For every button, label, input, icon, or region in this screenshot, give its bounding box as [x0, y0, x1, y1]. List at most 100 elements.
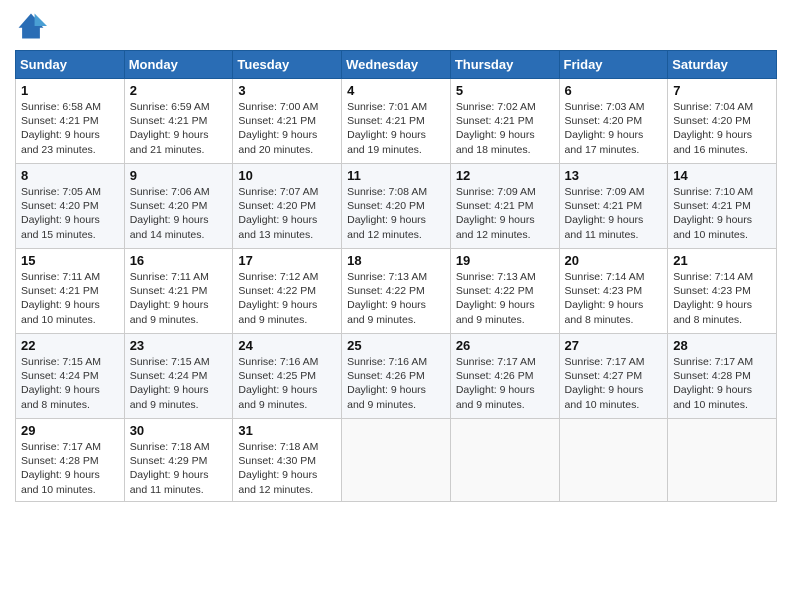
day-number: 29: [21, 423, 119, 438]
calendar-day-cell: 14 Sunrise: 7:10 AMSunset: 4:21 PMDaylig…: [668, 164, 777, 249]
day-number: 12: [456, 168, 554, 183]
day-info: Sunrise: 7:17 AMSunset: 4:27 PMDaylight:…: [565, 356, 645, 411]
day-number: 20: [565, 253, 663, 268]
calendar-week-row: 8 Sunrise: 7:05 AMSunset: 4:20 PMDayligh…: [16, 164, 777, 249]
day-info: Sunrise: 7:11 AMSunset: 4:21 PMDaylight:…: [130, 271, 209, 326]
day-number: 30: [130, 423, 228, 438]
calendar-day-cell: 12 Sunrise: 7:09 AMSunset: 4:21 PMDaylig…: [450, 164, 559, 249]
calendar-day-cell: 9 Sunrise: 7:06 AMSunset: 4:20 PMDayligh…: [124, 164, 233, 249]
weekday-header: Friday: [559, 51, 668, 79]
day-number: 10: [238, 168, 336, 183]
day-number: 3: [238, 83, 336, 98]
calendar-week-row: 1 Sunrise: 6:58 AMSunset: 4:21 PMDayligh…: [16, 79, 777, 164]
day-number: 19: [456, 253, 554, 268]
calendar-day-cell: 3 Sunrise: 7:00 AMSunset: 4:21 PMDayligh…: [233, 79, 342, 164]
day-number: 8: [21, 168, 119, 183]
weekday-header: Sunday: [16, 51, 125, 79]
day-info: Sunrise: 7:06 AMSunset: 4:20 PMDaylight:…: [130, 186, 210, 241]
day-info: Sunrise: 7:12 AMSunset: 4:22 PMDaylight:…: [238, 271, 318, 326]
calendar-day-cell: 8 Sunrise: 7:05 AMSunset: 4:20 PMDayligh…: [16, 164, 125, 249]
day-info: Sunrise: 7:02 AMSunset: 4:21 PMDaylight:…: [456, 101, 536, 156]
day-info: Sunrise: 7:05 AMSunset: 4:20 PMDaylight:…: [21, 186, 101, 241]
weekday-header: Monday: [124, 51, 233, 79]
day-info: Sunrise: 7:03 AMSunset: 4:20 PMDaylight:…: [565, 101, 645, 156]
calendar-day-cell: 27 Sunrise: 7:17 AMSunset: 4:27 PMDaylig…: [559, 334, 668, 419]
calendar-day-cell: 29 Sunrise: 7:17 AMSunset: 4:28 PMDaylig…: [16, 419, 125, 502]
calendar-day-cell: 24 Sunrise: 7:16 AMSunset: 4:25 PMDaylig…: [233, 334, 342, 419]
calendar-day-cell: 25 Sunrise: 7:16 AMSunset: 4:26 PMDaylig…: [342, 334, 451, 419]
day-info: Sunrise: 7:13 AMSunset: 4:22 PMDaylight:…: [347, 271, 427, 326]
day-info: Sunrise: 7:18 AMSunset: 4:29 PMDaylight:…: [130, 441, 210, 496]
day-number: 15: [21, 253, 119, 268]
day-info: Sunrise: 7:01 AMSunset: 4:21 PMDaylight:…: [347, 101, 427, 156]
calendar-week-row: 22 Sunrise: 7:15 AMSunset: 4:24 PMDaylig…: [16, 334, 777, 419]
day-info: Sunrise: 7:17 AMSunset: 4:28 PMDaylight:…: [673, 356, 753, 411]
day-info: Sunrise: 7:10 AMSunset: 4:21 PMDaylight:…: [673, 186, 753, 241]
calendar-day-cell: 11 Sunrise: 7:08 AMSunset: 4:20 PMDaylig…: [342, 164, 451, 249]
day-number: 21: [673, 253, 771, 268]
day-info: Sunrise: 7:04 AMSunset: 4:20 PMDaylight:…: [673, 101, 753, 156]
weekday-header-row: SundayMondayTuesdayWednesdayThursdayFrid…: [16, 51, 777, 79]
day-number: 18: [347, 253, 445, 268]
day-info: Sunrise: 7:16 AMSunset: 4:26 PMDaylight:…: [347, 356, 427, 411]
calendar-day-cell: [668, 419, 777, 502]
day-number: 27: [565, 338, 663, 353]
calendar-day-cell: [559, 419, 668, 502]
day-info: Sunrise: 7:17 AMSunset: 4:28 PMDaylight:…: [21, 441, 101, 496]
day-number: 1: [21, 83, 119, 98]
calendar-day-cell: 18 Sunrise: 7:13 AMSunset: 4:22 PMDaylig…: [342, 249, 451, 334]
day-info: Sunrise: 7:09 AMSunset: 4:21 PMDaylight:…: [565, 186, 645, 241]
calendar-day-cell: 15 Sunrise: 7:11 AMSunset: 4:21 PMDaylig…: [16, 249, 125, 334]
calendar-day-cell: 17 Sunrise: 7:12 AMSunset: 4:22 PMDaylig…: [233, 249, 342, 334]
day-info: Sunrise: 6:59 AMSunset: 4:21 PMDaylight:…: [130, 101, 210, 156]
calendar-day-cell: 31 Sunrise: 7:18 AMSunset: 4:30 PMDaylig…: [233, 419, 342, 502]
calendar-day-cell: 7 Sunrise: 7:04 AMSunset: 4:20 PMDayligh…: [668, 79, 777, 164]
calendar-day-cell: 23 Sunrise: 7:15 AMSunset: 4:24 PMDaylig…: [124, 334, 233, 419]
calendar-day-cell: 1 Sunrise: 6:58 AMSunset: 4:21 PMDayligh…: [16, 79, 125, 164]
calendar-day-cell: 22 Sunrise: 7:15 AMSunset: 4:24 PMDaylig…: [16, 334, 125, 419]
day-info: Sunrise: 6:58 AMSunset: 4:21 PMDaylight:…: [21, 101, 101, 156]
day-number: 5: [456, 83, 554, 98]
day-number: 11: [347, 168, 445, 183]
day-info: Sunrise: 7:07 AMSunset: 4:20 PMDaylight:…: [238, 186, 318, 241]
day-number: 17: [238, 253, 336, 268]
day-info: Sunrise: 7:09 AMSunset: 4:21 PMDaylight:…: [456, 186, 536, 241]
day-number: 22: [21, 338, 119, 353]
calendar-day-cell: 30 Sunrise: 7:18 AMSunset: 4:29 PMDaylig…: [124, 419, 233, 502]
day-number: 9: [130, 168, 228, 183]
day-number: 16: [130, 253, 228, 268]
day-info: Sunrise: 7:00 AMSunset: 4:21 PMDaylight:…: [238, 101, 318, 156]
calendar-day-cell: 16 Sunrise: 7:11 AMSunset: 4:21 PMDaylig…: [124, 249, 233, 334]
day-info: Sunrise: 7:11 AMSunset: 4:21 PMDaylight:…: [21, 271, 100, 326]
logo: [15, 10, 51, 42]
calendar-day-cell: 21 Sunrise: 7:14 AMSunset: 4:23 PMDaylig…: [668, 249, 777, 334]
day-number: 25: [347, 338, 445, 353]
day-number: 14: [673, 168, 771, 183]
day-number: 2: [130, 83, 228, 98]
day-number: 24: [238, 338, 336, 353]
day-info: Sunrise: 7:15 AMSunset: 4:24 PMDaylight:…: [21, 356, 101, 411]
calendar-day-cell: [342, 419, 451, 502]
calendar-day-cell: 28 Sunrise: 7:17 AMSunset: 4:28 PMDaylig…: [668, 334, 777, 419]
calendar-week-row: 29 Sunrise: 7:17 AMSunset: 4:28 PMDaylig…: [16, 419, 777, 502]
day-info: Sunrise: 7:16 AMSunset: 4:25 PMDaylight:…: [238, 356, 318, 411]
weekday-header: Thursday: [450, 51, 559, 79]
calendar-day-cell: 10 Sunrise: 7:07 AMSunset: 4:20 PMDaylig…: [233, 164, 342, 249]
day-info: Sunrise: 7:18 AMSunset: 4:30 PMDaylight:…: [238, 441, 318, 496]
page-header: [15, 10, 777, 42]
calendar-day-cell: 20 Sunrise: 7:14 AMSunset: 4:23 PMDaylig…: [559, 249, 668, 334]
calendar-day-cell: 4 Sunrise: 7:01 AMSunset: 4:21 PMDayligh…: [342, 79, 451, 164]
day-info: Sunrise: 7:13 AMSunset: 4:22 PMDaylight:…: [456, 271, 536, 326]
day-info: Sunrise: 7:17 AMSunset: 4:26 PMDaylight:…: [456, 356, 536, 411]
logo-icon: [15, 10, 47, 42]
day-number: 26: [456, 338, 554, 353]
day-number: 23: [130, 338, 228, 353]
calendar-day-cell: 5 Sunrise: 7:02 AMSunset: 4:21 PMDayligh…: [450, 79, 559, 164]
weekday-header: Tuesday: [233, 51, 342, 79]
day-number: 28: [673, 338, 771, 353]
calendar-day-cell: 19 Sunrise: 7:13 AMSunset: 4:22 PMDaylig…: [450, 249, 559, 334]
calendar-week-row: 15 Sunrise: 7:11 AMSunset: 4:21 PMDaylig…: [16, 249, 777, 334]
weekday-header: Saturday: [668, 51, 777, 79]
calendar-day-cell: 13 Sunrise: 7:09 AMSunset: 4:21 PMDaylig…: [559, 164, 668, 249]
day-info: Sunrise: 7:15 AMSunset: 4:24 PMDaylight:…: [130, 356, 210, 411]
